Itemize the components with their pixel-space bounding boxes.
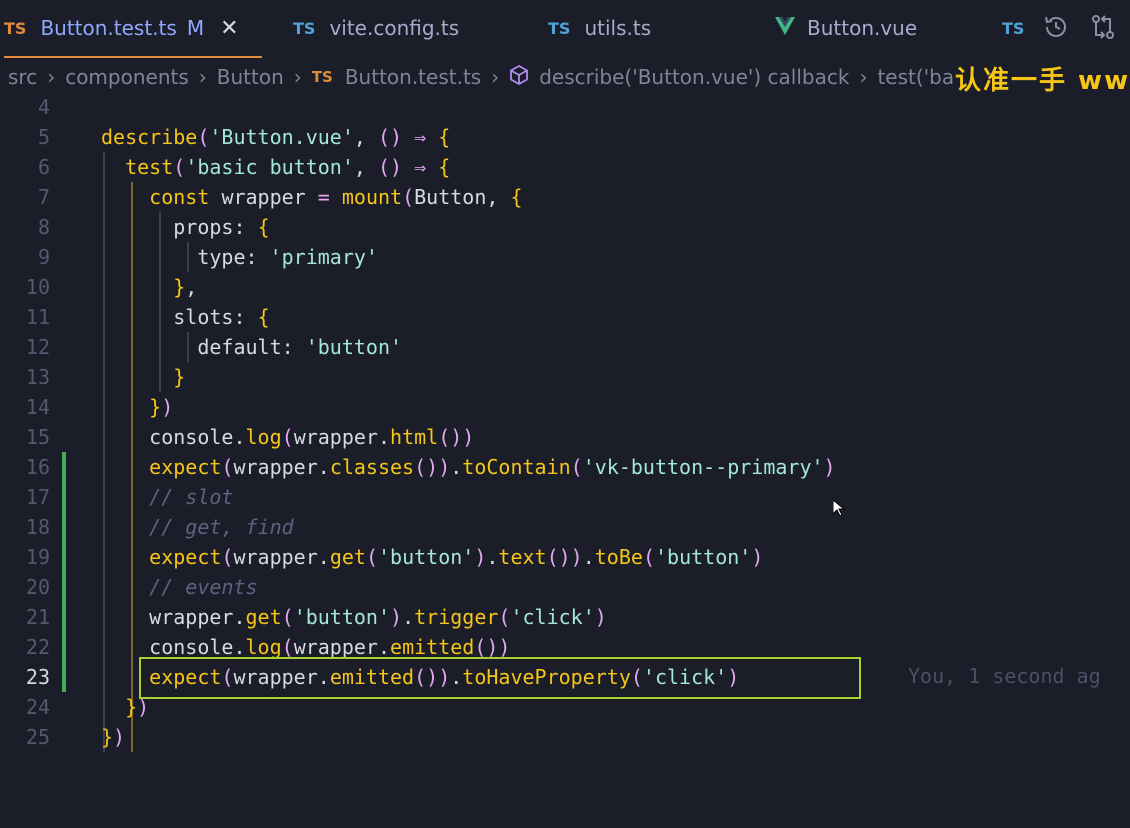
close-icon[interactable]: ✕ bbox=[220, 16, 238, 41]
tab-vite-config-ts[interactable]: TS vite.config.ts bbox=[293, 0, 459, 56]
code-line[interactable]: 15 console.log(wrapper.html()) bbox=[0, 422, 1130, 452]
code-text[interactable]: }) bbox=[101, 392, 173, 422]
code-line[interactable]: 16 expect(wrapper.classes()).toContain('… bbox=[0, 452, 1130, 482]
code-line[interactable]: 21 wrapper.get('button').trigger('click'… bbox=[0, 602, 1130, 632]
code-line[interactable]: 25}) bbox=[0, 722, 1130, 752]
code-line[interactable]: 11 slots: { bbox=[0, 302, 1130, 332]
tab-label: Button.test.ts bbox=[40, 16, 177, 40]
line-number: 24 bbox=[25, 695, 50, 719]
code-line[interactable]: 9 type: 'primary' bbox=[0, 242, 1130, 272]
tab-button-vue[interactable]: Button.vue bbox=[775, 0, 917, 56]
line-number: 17 bbox=[25, 485, 50, 509]
code-line[interactable]: 19 expect(wrapper.get('button').text()).… bbox=[0, 542, 1130, 572]
tab-label: utils.ts bbox=[584, 16, 652, 40]
code-line[interactable]: 7 const wrapper = mount(Button, { bbox=[0, 182, 1130, 212]
breadcrumb-item[interactable]: Button.test.ts bbox=[345, 65, 481, 89]
breadcrumb-item[interactable]: src bbox=[8, 65, 37, 89]
chevron-right-icon: › bbox=[491, 65, 500, 89]
chevron-right-icon: › bbox=[859, 65, 868, 89]
line-number: 8 bbox=[37, 215, 50, 239]
line-number: 4 bbox=[37, 95, 50, 119]
tab-utils-ts[interactable]: TS utils.ts bbox=[548, 0, 651, 56]
code-line[interactable]: 10 }, bbox=[0, 272, 1130, 302]
code-text[interactable]: } bbox=[101, 362, 185, 392]
code-line[interactable]: 20 // events bbox=[0, 572, 1130, 602]
code-line[interactable]: 5 describe('Button.vue', () ⇒ { bbox=[0, 122, 1130, 152]
code-line[interactable]: 13 } bbox=[0, 362, 1130, 392]
line-number: 5 bbox=[37, 125, 50, 149]
code-text[interactable]: expect(wrapper.classes()).toContain('vk-… bbox=[101, 452, 835, 482]
code-line[interactable]: 12 default: 'button' bbox=[0, 332, 1130, 362]
code-text[interactable]: type: 'primary' bbox=[101, 242, 378, 272]
line-number: 19 bbox=[25, 545, 50, 569]
code-text[interactable]: describe('Button.vue', () ⇒ { bbox=[101, 122, 450, 152]
code-text[interactable]: props: { bbox=[101, 212, 269, 242]
code-text[interactable]: test('basic button', () ⇒ { bbox=[101, 152, 450, 182]
line-number: 6 bbox=[37, 155, 50, 179]
code-text[interactable]: }, bbox=[101, 272, 197, 302]
line-number: 11 bbox=[25, 305, 50, 329]
line-number: 13 bbox=[25, 365, 50, 389]
code-line[interactable]: 14 }) bbox=[0, 392, 1130, 422]
vue-logo-icon bbox=[775, 16, 795, 40]
line-number: 25 bbox=[25, 725, 50, 749]
code-text[interactable]: // events bbox=[101, 572, 257, 602]
code-line[interactable]: 8 props: { bbox=[0, 212, 1130, 242]
typescript-icon: TS bbox=[293, 18, 316, 38]
typescript-icon: TS bbox=[4, 18, 27, 38]
code-text[interactable]: // get, find bbox=[101, 512, 294, 542]
line-number: 7 bbox=[37, 185, 50, 209]
modified-indicator: M bbox=[186, 16, 205, 40]
tab-label: vite.config.ts bbox=[329, 16, 460, 40]
symbol-method-icon bbox=[509, 64, 529, 90]
git-compare-icon[interactable] bbox=[1090, 14, 1116, 46]
tab-button-test-ts[interactable]: TS Button.test.ts M ✕ bbox=[4, 0, 262, 58]
line-number: 10 bbox=[25, 275, 50, 299]
line-number: 18 bbox=[25, 515, 50, 539]
tab-overflow[interactable]: TS bbox=[1002, 0, 1038, 56]
chevron-right-icon: › bbox=[293, 65, 302, 89]
chevron-right-icon: › bbox=[47, 65, 56, 89]
code-text[interactable]: const wrapper = mount(Button, { bbox=[101, 182, 522, 212]
line-number: 9 bbox=[37, 245, 50, 269]
highlight-box bbox=[139, 657, 861, 699]
code-line[interactable]: 18 // get, find bbox=[0, 512, 1130, 542]
line-number: 14 bbox=[25, 395, 50, 419]
line-number: 15 bbox=[25, 425, 50, 449]
typescript-icon: TS bbox=[548, 18, 571, 38]
code-text[interactable]: slots: { bbox=[101, 302, 269, 332]
line-number: 20 bbox=[25, 575, 50, 599]
code-line[interactable]: 6 test('basic button', () ⇒ { bbox=[0, 152, 1130, 182]
breadcrumb-item[interactable]: test('ba bbox=[877, 65, 954, 89]
breadcrumb-item[interactable]: Button bbox=[217, 65, 284, 89]
code-text[interactable]: // slot bbox=[101, 482, 233, 512]
typescript-icon: TS bbox=[311, 68, 333, 86]
history-icon[interactable] bbox=[1043, 14, 1069, 46]
code-editor[interactable]: 4 5 describe('Button.vue', () ⇒ {6 test('b… bbox=[0, 92, 1130, 828]
line-number: 21 bbox=[25, 605, 50, 629]
code-line[interactable]: 4 bbox=[0, 92, 1130, 122]
code-text[interactable]: expect(wrapper.get('button').text()).toB… bbox=[101, 542, 763, 572]
typescript-icon: TS bbox=[1002, 18, 1025, 38]
chevron-right-icon: › bbox=[198, 65, 207, 89]
git-blame-annotation: You, 1 second ag bbox=[908, 664, 1101, 688]
code-line[interactable]: 17 // slot bbox=[0, 482, 1130, 512]
line-number: 16 bbox=[25, 455, 50, 479]
line-number: 12 bbox=[25, 335, 50, 359]
breadcrumb-item[interactable]: components bbox=[65, 65, 189, 89]
line-number: 23 bbox=[25, 665, 50, 689]
editor-tab-bar: TS Button.test.ts M ✕ TS vite.config.ts … bbox=[0, 0, 1130, 58]
code-text[interactable]: console.log(wrapper.html()) bbox=[101, 422, 474, 452]
tab-label: Button.vue bbox=[807, 16, 918, 40]
line-number: 22 bbox=[25, 635, 50, 659]
code-text[interactable]: wrapper.get('button').trigger('click') bbox=[101, 602, 607, 632]
breadcrumb-item[interactable]: describe('Button.vue') callback bbox=[539, 65, 849, 89]
code-text[interactable]: }) bbox=[101, 722, 125, 752]
code-text[interactable]: default: 'button' bbox=[101, 332, 402, 362]
